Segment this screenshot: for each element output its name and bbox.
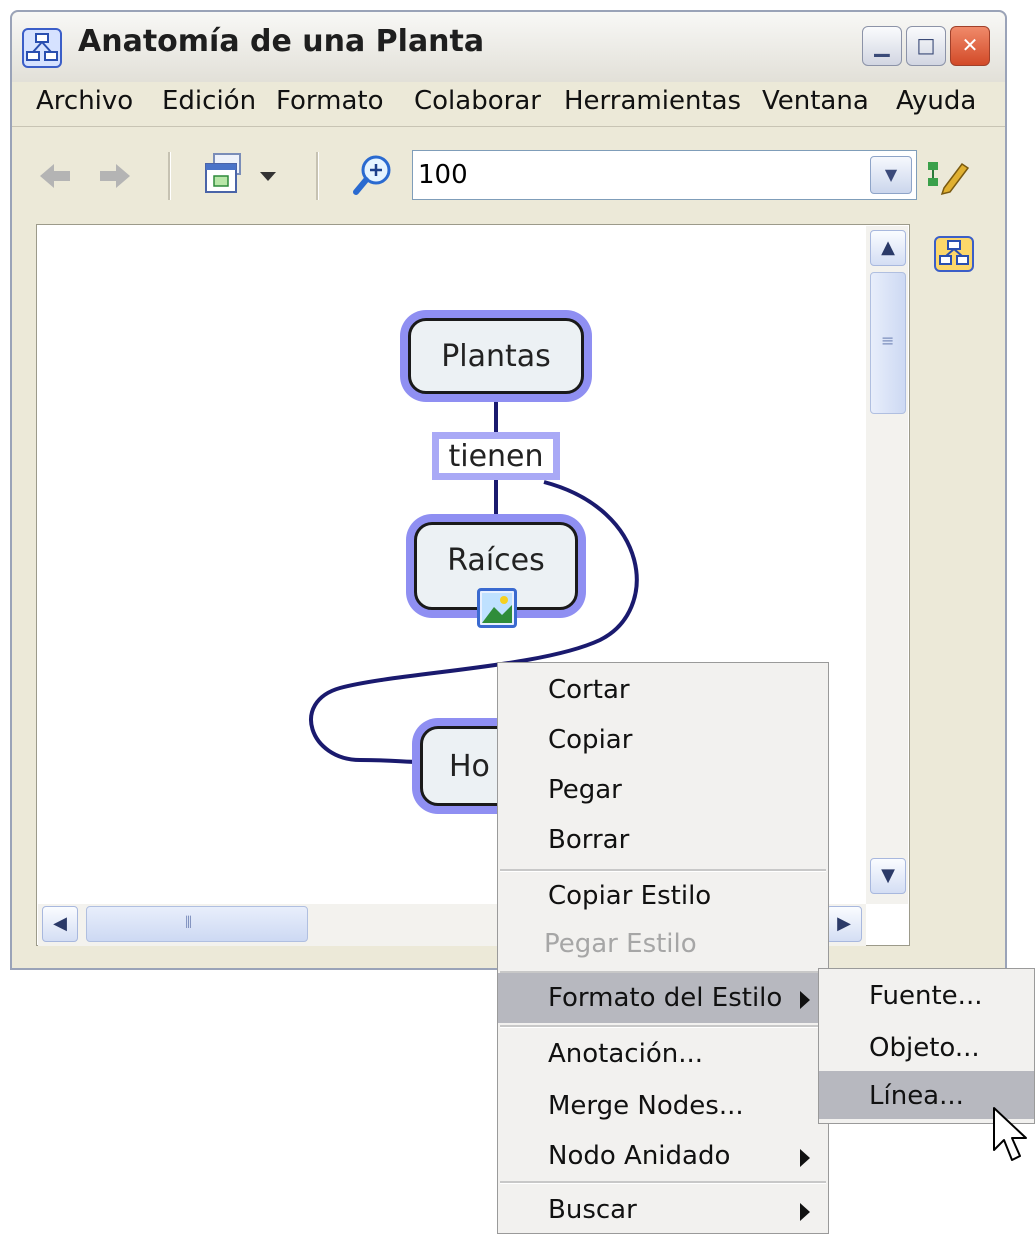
image-resource-icon[interactable] xyxy=(477,588,517,628)
submenu-item-fuente[interactable]: Fuente... xyxy=(819,971,1034,1019)
chevron-right-icon: ▶ xyxy=(837,913,851,934)
mouse-pointer-icon xyxy=(993,1107,1027,1161)
concept-label: Ho xyxy=(449,748,490,784)
formato-del-estilo-submenu: Fuente... Objeto... Línea... xyxy=(818,968,1035,1124)
concept-label: Raíces xyxy=(447,543,545,578)
grip-icon: ≡ xyxy=(881,331,895,350)
submenu-arrow-icon xyxy=(800,991,810,1009)
menu-item-buscar[interactable]: Buscar xyxy=(498,1185,828,1235)
vertical-scroll-thumb[interactable]: ≡ xyxy=(870,272,906,414)
menu-item-copiar[interactable]: Copiar xyxy=(498,715,828,765)
submenu-arrow-icon xyxy=(800,1149,810,1167)
menu-item-pegar-estilo: Pegar Estilo xyxy=(544,929,697,959)
cmap-views-side-icon[interactable] xyxy=(934,236,974,272)
menu-item-cortar[interactable]: Cortar xyxy=(498,665,828,715)
scroll-right-button[interactable]: ▶ xyxy=(826,906,862,942)
scroll-left-button[interactable]: ◀ xyxy=(42,906,78,942)
menu-item-pegar[interactable]: Pegar xyxy=(498,765,828,815)
linking-phrase-label: tienen xyxy=(448,438,544,474)
menu-item-borrar[interactable]: Borrar xyxy=(498,815,828,865)
submenu-arrow-icon xyxy=(800,1203,810,1221)
grip-icon: ⦀ xyxy=(185,913,193,932)
scroll-up-button[interactable]: ▲ xyxy=(870,230,906,266)
menu-item-merge-nodes[interactable]: Merge Nodes... xyxy=(498,1081,828,1131)
menu-separator xyxy=(500,1181,826,1184)
chevron-left-icon: ◀ xyxy=(53,913,67,934)
menu-item-nodo-anidado[interactable]: Nodo Anidado xyxy=(498,1131,828,1181)
linking-phrase[interactable]: tienen xyxy=(432,432,560,480)
scroll-down-button[interactable]: ▼ xyxy=(870,858,906,894)
concept-label: Plantas xyxy=(441,338,551,374)
context-menu: Cortar Copiar Pegar Borrar Copiar Estilo… xyxy=(497,662,829,1234)
horizontal-scroll-thumb[interactable]: ⦀ xyxy=(86,906,308,942)
concept-node-plantas[interactable]: Plantas xyxy=(408,318,584,394)
menu-item-anotacion[interactable]: Anotación... xyxy=(498,1029,828,1079)
chevron-up-icon: ▲ xyxy=(881,237,895,258)
submenu-item-objeto[interactable]: Objeto... xyxy=(819,1023,1034,1071)
chevron-down-icon: ▼ xyxy=(881,865,895,886)
menu-item-copiar-estilo[interactable]: Copiar Estilo xyxy=(498,871,828,921)
menu-separator xyxy=(500,1025,826,1028)
menu-item-formato-del-estilo[interactable]: Formato del Estilo xyxy=(498,973,828,1023)
